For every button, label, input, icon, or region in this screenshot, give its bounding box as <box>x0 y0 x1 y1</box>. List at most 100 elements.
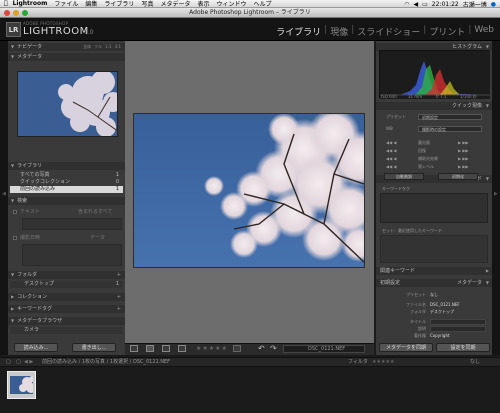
zoom-3to1-option[interactable]: 3:1 <box>115 43 121 51</box>
close-window-button[interactable] <box>4 10 10 16</box>
fill-right-buttons[interactable]: ▶ ▶▶ <box>458 155 469 162</box>
filter-value[interactable]: なし <box>470 358 480 367</box>
metadata-preset-value[interactable]: なし <box>430 291 438 298</box>
metadata-browser-header[interactable]: ▼ メタデータブラウザ <box>8 317 125 325</box>
preset-dropdown[interactable]: 初期設定 <box>418 114 482 120</box>
menu-photo[interactable]: 写真 <box>141 0 153 7</box>
metadata-browser-item-camera[interactable]: カメラ <box>10 327 123 334</box>
recovery-right-buttons[interactable]: ▶ ▶▶ <box>458 147 469 154</box>
sync-metadata-button[interactable]: メタデータを同期 <box>379 343 433 352</box>
zoom-1to1-option[interactable]: 1:1 <box>105 43 111 51</box>
filmstrip-thumbnail[interactable] <box>7 371 36 399</box>
filter-stars-icon[interactable]: ★★★★★ <box>372 358 394 367</box>
page-1-button[interactable]: ▢ <box>6 358 11 367</box>
metadata-header[interactable]: 初期設定 メタデータ ▼ <box>376 279 492 287</box>
star-rating[interactable]: ★★★★★ <box>196 343 228 355</box>
recent-keywords-row[interactable]: セット：最近使用したキーワード <box>380 227 488 234</box>
metadata-mode[interactable]: 初期設定 <box>380 279 400 287</box>
add-keyword-icon[interactable]: + <box>117 305 121 313</box>
keyword-tags-header[interactable]: ▶ キーワードタグ + <box>8 305 125 313</box>
metadata-value[interactable]: DSC_0121.NEF <box>430 301 460 308</box>
loupe-view-icon[interactable] <box>146 345 154 352</box>
back-icon[interactable]: ◀ ▶ <box>24 358 33 367</box>
library-item-previous-import[interactable]: 前回の読み込み 1 <box>10 186 123 193</box>
sync-settings-button[interactable]: 設定を同期 <box>436 343 490 352</box>
module-print[interactable]: プリント <box>429 25 465 38</box>
recovery-row[interactable]: ◀◀ ◀ 回復 ▶ ▶▶ <box>380 147 488 154</box>
quick-develop-header[interactable]: クイック現像 ▼ <box>376 102 492 110</box>
find-date-list[interactable] <box>22 244 122 266</box>
zoom-window-button[interactable] <box>22 10 28 16</box>
collections-header[interactable]: ▶ コレクション + <box>8 293 125 301</box>
blacks-right-buttons[interactable]: ▶ ▶▶ <box>458 163 469 170</box>
find-text-row[interactable]: テキスト 含まれるすべて <box>10 208 123 216</box>
battery-icon[interactable]: ▭ <box>422 1 428 8</box>
find-date-mode[interactable]: データ <box>90 234 105 242</box>
metadata-preset-row[interactable]: プリセット なし <box>378 291 490 298</box>
wb-dropdown[interactable]: 撮影時の設定 <box>418 126 482 132</box>
fill-left-buttons[interactable]: ◀◀ ◀ <box>386 155 397 162</box>
apple-icon[interactable]:  <box>4 0 8 7</box>
add-folder-icon[interactable]: + <box>117 271 121 279</box>
module-web[interactable]: Web <box>474 25 494 38</box>
grid-view-icon[interactable] <box>130 345 138 352</box>
spotlight-icon[interactable]: ● <box>491 1 496 8</box>
filmstrip-source-info[interactable]: 前回の読み込み / 1枚の写真 / 1枚選択 / DSC_0121.NEF <box>42 358 170 367</box>
fill-light-row[interactable]: ◀◀ ◀ 補助光効果 ▶ ▶▶ <box>380 155 488 162</box>
import-button[interactable]: 読み込み... <box>14 343 58 352</box>
find-text-mode[interactable]: 含まれるすべて <box>78 208 112 216</box>
menu-library[interactable]: ライブラリ <box>104 0 134 7</box>
navigator-preview[interactable] <box>17 71 118 137</box>
find-date-checkbox[interactable] <box>13 236 17 240</box>
menu-metadata[interactable]: メタデータ <box>160 0 190 7</box>
library-item-all-photos[interactable]: すべての写真 1 <box>10 172 123 179</box>
rotate-left-icon[interactable]: ↶ <box>258 344 265 353</box>
library-header[interactable]: ▼ ライブラリ <box>8 162 125 170</box>
library-item-quick-collection[interactable]: クイックコレクション 0 <box>10 179 123 186</box>
find-text-checkbox[interactable] <box>13 210 17 214</box>
blacks-row[interactable]: ◀◀ ◀ 黒レベル ▶ ▶▶ <box>380 163 488 170</box>
metadata-value[interactable]: Copyright <box>430 332 450 339</box>
clock[interactable]: 22:01:22 <box>432 1 459 8</box>
find-header[interactable]: ▼ 検索 <box>8 197 125 205</box>
menu-app[interactable]: Lightroom <box>13 0 48 7</box>
navigator-header[interactable]: ▼ ナビゲータ 全体 フル 1:1 3:1 <box>8 43 125 51</box>
rotate-right-icon[interactable]: ↷ <box>270 344 277 353</box>
menu-help[interactable]: ヘルプ <box>254 0 272 7</box>
main-photo[interactable] <box>133 113 365 268</box>
module-develop[interactable]: 現像 <box>330 25 348 38</box>
flag-icon[interactable] <box>233 345 241 352</box>
page-2-button[interactable]: ▢ <box>16 358 21 367</box>
keyword-tags-input[interactable] <box>380 193 488 223</box>
blacks-left-buttons[interactable]: ◀◀ ◀ <box>386 163 397 170</box>
left-panel-toggle-strip[interactable]: ◀ <box>0 41 8 355</box>
recovery-left-buttons[interactable]: ◀◀ ◀ <box>386 147 397 154</box>
right-panel-toggle-strip[interactable]: ▶ <box>492 41 500 355</box>
exposure-row[interactable]: ◀◀ ◀ 露光量 ▶ ▶▶ <box>380 139 488 146</box>
exposure-right-buttons[interactable]: ▶ ▶▶ <box>458 139 469 146</box>
zoom-fill-option[interactable]: フル <box>94 43 102 51</box>
reset-button[interactable]: 初期化 <box>438 173 478 180</box>
folders-header[interactable]: ▼ フォルダ + <box>8 271 125 279</box>
metadata-top-header[interactable]: ▼ メタデータ <box>8 53 125 61</box>
exposure-left-buttons[interactable]: ◀◀ ◀ <box>386 139 397 146</box>
menu-window[interactable]: ウィンドウ <box>216 0 246 7</box>
compare-view-icon[interactable] <box>162 345 170 352</box>
module-slideshow[interactable]: スライドショー <box>357 25 420 38</box>
metadata-value[interactable]: デスクトップ <box>430 308 454 315</box>
zoom-fit-option[interactable]: 全体 <box>83 43 91 51</box>
add-collection-icon[interactable]: + <box>117 293 121 301</box>
export-button[interactable]: 書き出し... <box>72 343 116 352</box>
menu-view[interactable]: 表示 <box>197 0 209 7</box>
minimize-window-button[interactable] <box>13 10 19 16</box>
survey-view-icon[interactable] <box>178 345 186 352</box>
user-name[interactable]: 古瀬一博 <box>463 0 487 8</box>
keyword-list-header[interactable]: 関連キーワード ▶ <box>376 267 492 275</box>
wifi-icon[interactable]: ◠ <box>404 1 409 8</box>
find-date-row[interactable]: 撮影日時 データ <box>10 234 123 242</box>
filename-field[interactable]: DSC_0121.NEF <box>283 345 365 353</box>
folder-item-desktop[interactable]: デスクトップ 1 <box>10 281 123 288</box>
module-library[interactable]: ライブラリ <box>276 25 321 38</box>
recent-keywords-list[interactable] <box>380 235 488 263</box>
menu-edit[interactable]: 編集 <box>85 0 97 7</box>
